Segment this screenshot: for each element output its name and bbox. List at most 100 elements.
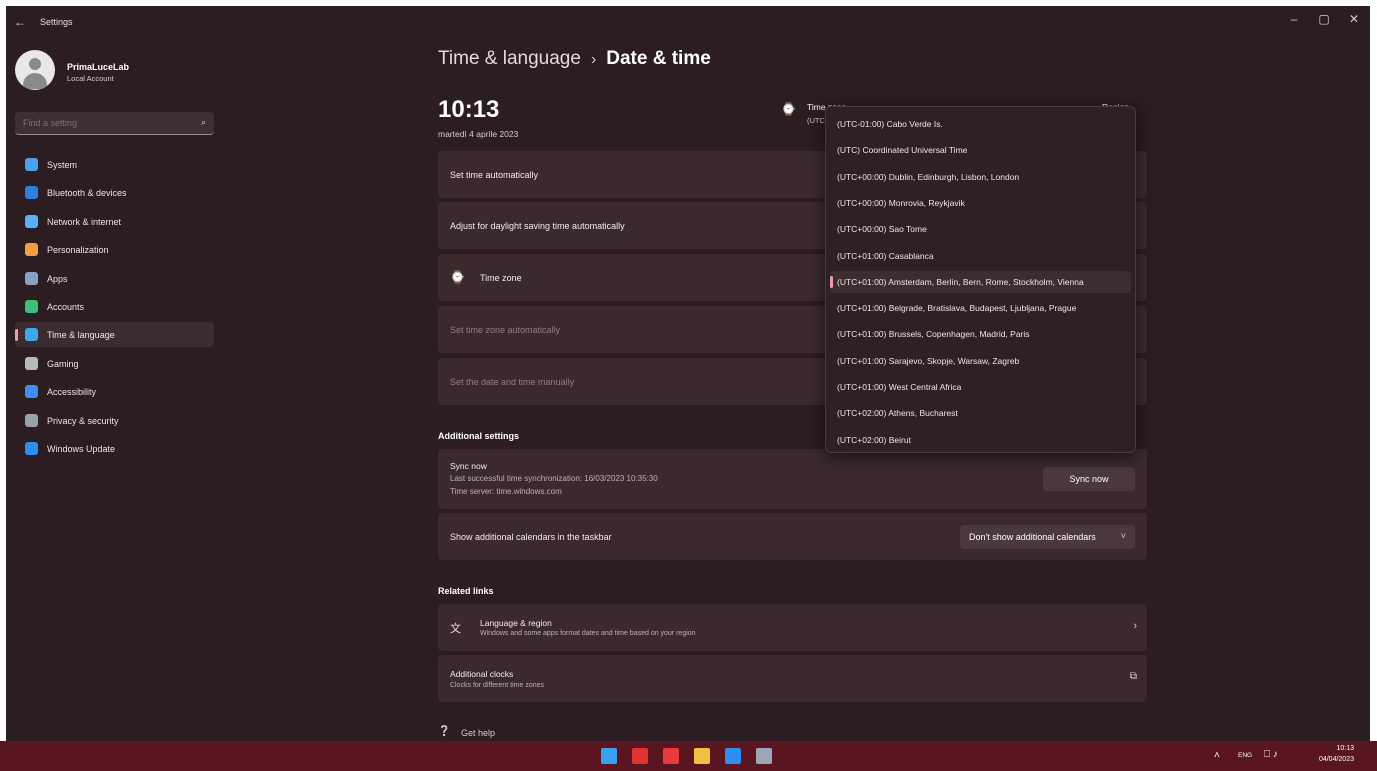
sidebar-item-accounts[interactable]: Accounts <box>15 294 214 319</box>
timezone-option[interactable]: (UTC+01:00) Brussels, Copenhagen, Madrid… <box>830 323 1131 345</box>
minimize-button[interactable]: – <box>1284 12 1304 26</box>
settings-window: ← Settings – ▢ ✕ PrimaLuceLab Local Acco… <box>6 6 1370 741</box>
set-time-automatically-label: Set time automatically <box>450 170 539 180</box>
sidebar-item-time-language[interactable]: Time & language <box>15 322 214 347</box>
additional-clocks-title: Additional clocks <box>450 669 514 679</box>
page-title: Time & language › Date & time <box>438 48 711 70</box>
tray-overflow-icon[interactable]: ˄ <box>1214 750 1220 761</box>
timezone-option[interactable]: (UTC+01:00) Casablanca <box>830 245 1131 267</box>
search-box[interactable]: ⌕ <box>15 112 214 135</box>
chevron-down-icon: ˅ <box>1120 531 1126 541</box>
maximize-button[interactable]: ▢ <box>1314 12 1334 26</box>
sidebar-item-label: Apps <box>47 274 68 284</box>
timezone-option-label: (UTC+01:00) West Central Africa <box>837 382 962 392</box>
taskbar-date[interactable]: 04/04/2023 <box>1300 756 1354 763</box>
sidebar-item-label: System <box>47 160 78 170</box>
sidebar-item-label: Accessibility <box>47 387 97 397</box>
timezone-option-label: (UTC+01:00) Amsterdam, Berlin, Bern, Rom… <box>837 276 1084 287</box>
input-language-indicator[interactable]: ENG <box>1238 752 1252 759</box>
sidebar-item-label: Accounts <box>47 302 85 312</box>
sidebar-item-apps[interactable]: Apps <box>15 266 214 291</box>
sync-now-title: Sync now <box>450 461 487 471</box>
additional-clocks-link[interactable]: Additional clocks Clocks for different t… <box>438 655 1147 702</box>
timezone-option[interactable]: (UTC+01:00) Amsterdam, Berlin, Bern, Rom… <box>830 270 1131 293</box>
taskbar-time[interactable]: 10:13 <box>1308 745 1354 752</box>
timezone-option[interactable]: (UTC+00:00) Monrovia, Reykjavik <box>830 192 1131 214</box>
gamepad-icon <box>25 357 38 370</box>
additional-calendars-label: Show additional calendars in the taskbar <box>450 532 612 542</box>
sidebar-item-label: Privacy & security <box>47 416 119 426</box>
file-explorer-icon[interactable] <box>694 748 710 764</box>
language-region-title: Language & region <box>480 618 552 628</box>
timezone-option[interactable]: (UTC) Coordinated Universal Time <box>830 139 1131 161</box>
brush-icon <box>25 243 38 256</box>
search-input[interactable] <box>23 118 183 128</box>
timezone-option[interactable]: (UTC+02:00) Beirut <box>830 429 1131 451</box>
sidebar-item-personalization[interactable]: Personalization <box>15 237 214 262</box>
time-zone-label: Time zone <box>480 273 522 283</box>
current-time: 10:13 <box>438 96 500 123</box>
sidebar-item-label: Bluetooth & devices <box>47 188 127 198</box>
timezone-option-label: (UTC+02:00) Beirut <box>837 434 911 445</box>
back-button[interactable]: ← <box>14 15 26 29</box>
person-icon <box>25 300 38 313</box>
set-date-time-manually-label: Set the date and time manually <box>450 377 575 387</box>
sidebar-item-label: Personalization <box>47 245 109 255</box>
sidebar-item-windows-update[interactable]: Windows Update <box>15 436 214 461</box>
settings-icon[interactable] <box>756 748 772 764</box>
timezone-option-label: (UTC+00:00) Dublin, Edinburgh, Lisbon, L… <box>837 171 1020 182</box>
timezone-option[interactable]: (UTC+02:00) Athens, Bucharest <box>830 402 1131 424</box>
avatar[interactable] <box>15 50 55 90</box>
timezone-option[interactable]: (UTC+01:00) Sarajevo, Skopje, Warsaw, Za… <box>830 350 1131 372</box>
sidebar-item-system[interactable]: System <box>15 152 214 177</box>
sync-now-button[interactable]: Sync now <box>1043 467 1135 491</box>
sidebar-item-accessibility[interactable]: Accessibility <box>15 379 214 404</box>
vscode-icon[interactable] <box>725 748 741 764</box>
sync-time-server: Time server: time.windows.com <box>450 487 562 496</box>
update-icon <box>25 442 38 455</box>
close-button[interactable]: ✕ <box>1344 12 1364 26</box>
language-region-subtitle: Windows and some apps format dates and t… <box>480 630 696 637</box>
user-name: PrimaLuceLab <box>67 62 130 72</box>
sidebar: PrimaLuceLab Local Account ⌕ System Bluet… <box>6 38 222 738</box>
calendars-dropdown[interactable]: Don't show additional calendars ˅ <box>960 525 1135 549</box>
additional-calendars-row: Show additional calendars in the taskbar… <box>438 513 1147 560</box>
timezone-option-label: (UTC+00:00) Monrovia, Reykjavik <box>837 197 965 208</box>
timezone-dropdown-flyout: (UTC-01:00) Cabo Verde Is. (UTC) Coordina… <box>825 106 1136 453</box>
wifi-icon <box>25 215 38 228</box>
active-indicator <box>15 329 18 341</box>
timezone-option[interactable]: (UTC+00:00) Dublin, Edinburgh, Lisbon, L… <box>830 166 1131 188</box>
timezone-option[interactable]: (UTC+00:00) Sao Tome <box>830 218 1131 240</box>
timezone-option[interactable]: (UTC+01:00) Belgrade, Bratislava, Budape… <box>830 297 1131 319</box>
timezone-option[interactable]: (UTC-01:00) Cabo Verde Is. <box>830 113 1131 135</box>
additional-settings-heading: Additional settings <box>438 431 519 441</box>
get-help-link[interactable]: Get help <box>461 728 495 738</box>
timezone-option[interactable]: (UTC+01:00) West Central Africa <box>830 376 1131 398</box>
search-icon[interactable]: ⌕ <box>201 117 206 128</box>
sidebar-item-bluetooth-devices[interactable]: Bluetooth & devices <box>15 180 214 205</box>
network-volume-icon[interactable]: ⎕ ♪ <box>1264 749 1278 760</box>
language-region-link[interactable]: 文 Language & region Windows and some app… <box>438 604 1147 651</box>
timezone-option-label: (UTC+00:00) Sao Tome <box>837 224 927 235</box>
sidebar-item-label: Time & language <box>47 330 115 340</box>
timezone-globe-icon: ⌚ <box>450 270 465 284</box>
sidebar-item-privacy-security[interactable]: Privacy & security <box>15 408 214 433</box>
calendars-dropdown-value: Don't show additional calendars <box>969 532 1096 542</box>
xmind-icon[interactable] <box>632 748 648 764</box>
start-icon[interactable] <box>601 748 617 764</box>
external-link-icon: ⧉ <box>1129 671 1137 682</box>
language-icon: 文 <box>450 623 461 635</box>
sidebar-item-gaming[interactable]: Gaming <box>15 351 214 376</box>
taskbar: ˄ ENG ⎕ ♪ 10:13 04/04/2023 <box>0 741 1377 771</box>
sidebar-item-network-internet[interactable]: Network & internet <box>15 209 214 234</box>
chevron-right-icon: › <box>1133 620 1137 632</box>
timezone-option-label: (UTC+02:00) Athens, Bucharest <box>837 408 958 419</box>
apps-icon <box>25 272 38 285</box>
sidebar-item-label: Windows Update <box>47 444 116 454</box>
timezone-icon: ⌚ <box>781 102 796 116</box>
shield-icon <box>25 414 38 427</box>
current-date: martedì 4 aprile 2023 <box>438 129 519 139</box>
sync-last-time: Last successful time synchronization: 16… <box>450 474 658 483</box>
breadcrumb-parent[interactable]: Time & language <box>438 48 581 69</box>
app-red-icon[interactable] <box>663 748 679 764</box>
